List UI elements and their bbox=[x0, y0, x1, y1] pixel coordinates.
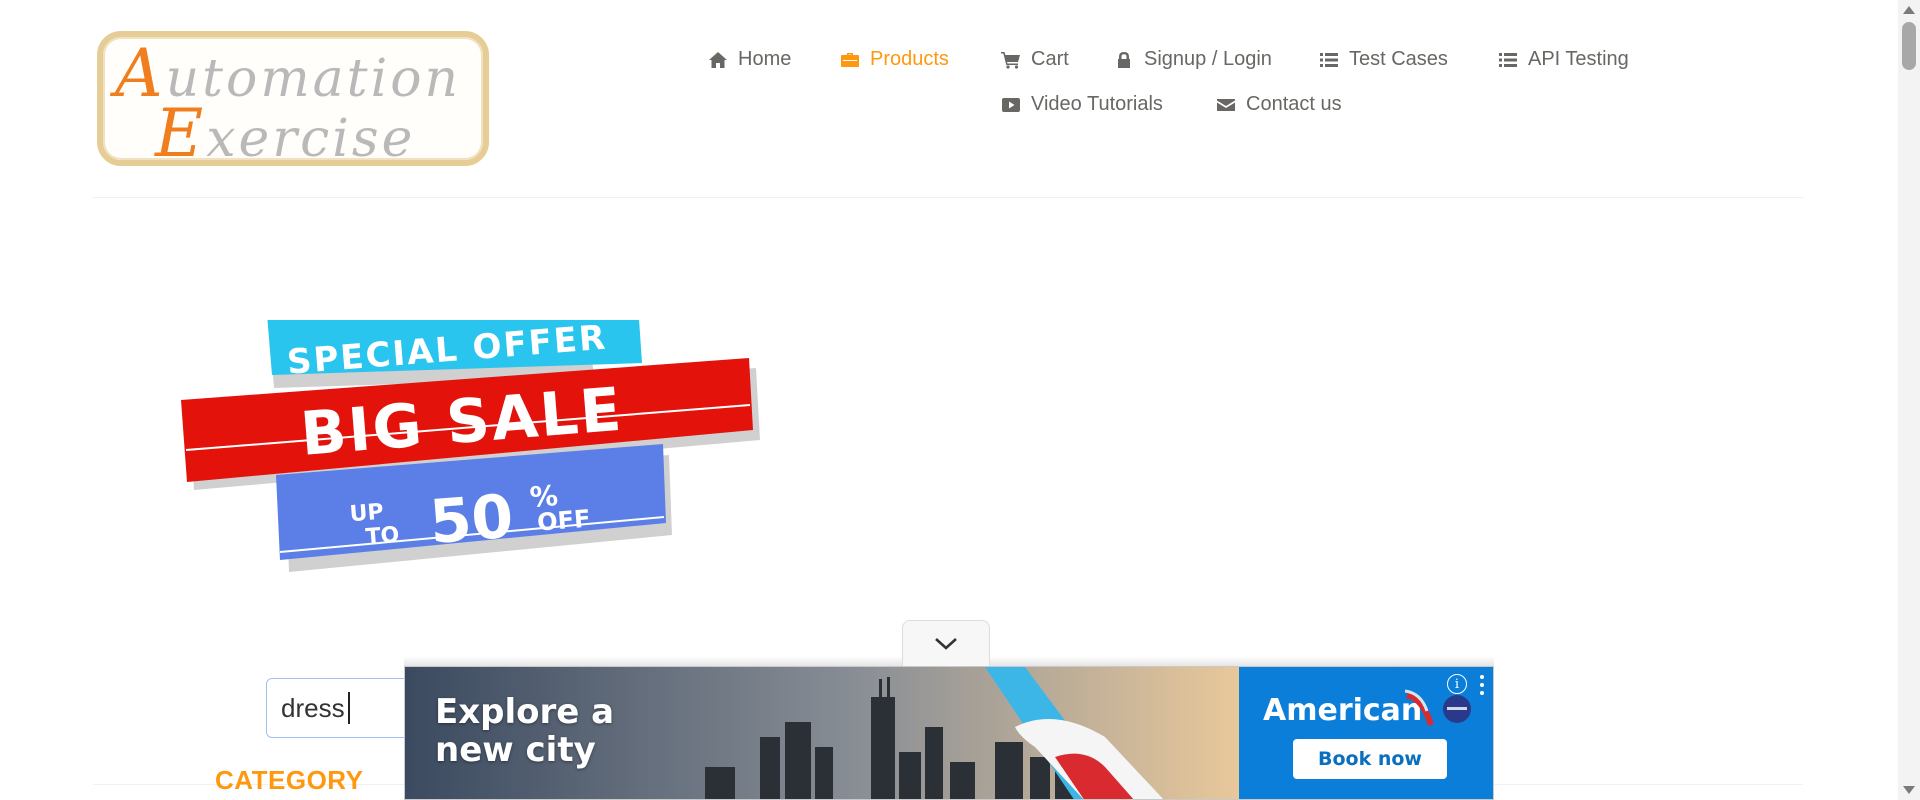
nav-label-home: Home bbox=[738, 48, 792, 70]
scrollbar-thumb[interactable] bbox=[1902, 22, 1916, 70]
envelope-icon bbox=[1217, 98, 1235, 111]
nav-label-api-testing: API Testing bbox=[1528, 48, 1629, 70]
nav-item-signup-login[interactable]: Signup / Login bbox=[1114, 48, 1272, 71]
nav-label-video-tutorials: Video Tutorials bbox=[1031, 93, 1163, 115]
category-heading: CATEGORY bbox=[215, 765, 364, 795]
text-caret bbox=[348, 692, 350, 724]
logo-text-exercise: xercise bbox=[206, 109, 416, 169]
scroll-up-arrow-icon[interactable] bbox=[1903, 6, 1915, 14]
nav-item-home[interactable]: Home bbox=[708, 48, 791, 71]
nav-item-cart[interactable]: Cart bbox=[1001, 48, 1069, 71]
cart-icon bbox=[1001, 51, 1020, 69]
logo-line-exercise: Exercise bbox=[155, 95, 415, 172]
nav-label-contact-us: Contact us bbox=[1246, 93, 1342, 115]
list-icon bbox=[1320, 52, 1338, 67]
promo-text-off: OFF bbox=[536, 504, 591, 536]
lock-icon bbox=[1118, 51, 1130, 68]
promo-text-to: TO bbox=[365, 523, 401, 551]
nav-item-products[interactable]: Products bbox=[840, 48, 949, 71]
advertisement-banner[interactable]: Explore a new city American Book now i bbox=[404, 666, 1494, 800]
list-icon bbox=[1499, 52, 1517, 67]
header-divider bbox=[93, 197, 1803, 198]
briefcase-icon bbox=[841, 52, 859, 67]
promo-text-50: 50 bbox=[427, 482, 516, 558]
ad-collapse-button[interactable] bbox=[902, 620, 990, 666]
site-logo[interactable]: Automation Exercise bbox=[97, 31, 489, 172]
nav-label-cart: Cart bbox=[1031, 48, 1069, 70]
ad-info-icon[interactable]: i bbox=[1447, 674, 1467, 694]
chevron-down-icon bbox=[935, 637, 957, 650]
ad-menu-icon[interactable] bbox=[1475, 673, 1489, 697]
logo-cap-e: E bbox=[155, 95, 207, 172]
nav-item-api-testing[interactable]: API Testing bbox=[1498, 48, 1629, 71]
nav-item-contact-us[interactable]: Contact us bbox=[1216, 93, 1342, 116]
special-offer-banner: SPECIAL OFFER BIG SALE UP TO 50 % OFF bbox=[181, 320, 760, 572]
youtube-play-icon bbox=[1002, 97, 1020, 112]
home-icon bbox=[709, 51, 727, 68]
ad-headline: Explore a new city bbox=[435, 692, 615, 770]
american-airlines-logo-icon bbox=[1404, 689, 1471, 726]
nav-label-test-cases: Test Cases bbox=[1349, 48, 1448, 70]
ad-brand-name: American bbox=[1263, 693, 1423, 728]
nav-label-signup-login: Signup / Login bbox=[1144, 48, 1272, 70]
scroll-down-arrow-icon[interactable] bbox=[1903, 786, 1915, 794]
vertical-scrollbar[interactable] bbox=[1898, 0, 1920, 800]
ad-book-now-button[interactable]: Book now bbox=[1293, 739, 1447, 779]
nav-label-products: Products bbox=[870, 48, 949, 70]
nav-item-video-tutorials[interactable]: Video Tutorials bbox=[1001, 93, 1163, 116]
search-product-input[interactable] bbox=[266, 678, 426, 738]
ad-brand-panel: American Book now i bbox=[1239, 667, 1493, 799]
nav-item-test-cases[interactable]: Test Cases bbox=[1319, 48, 1448, 71]
